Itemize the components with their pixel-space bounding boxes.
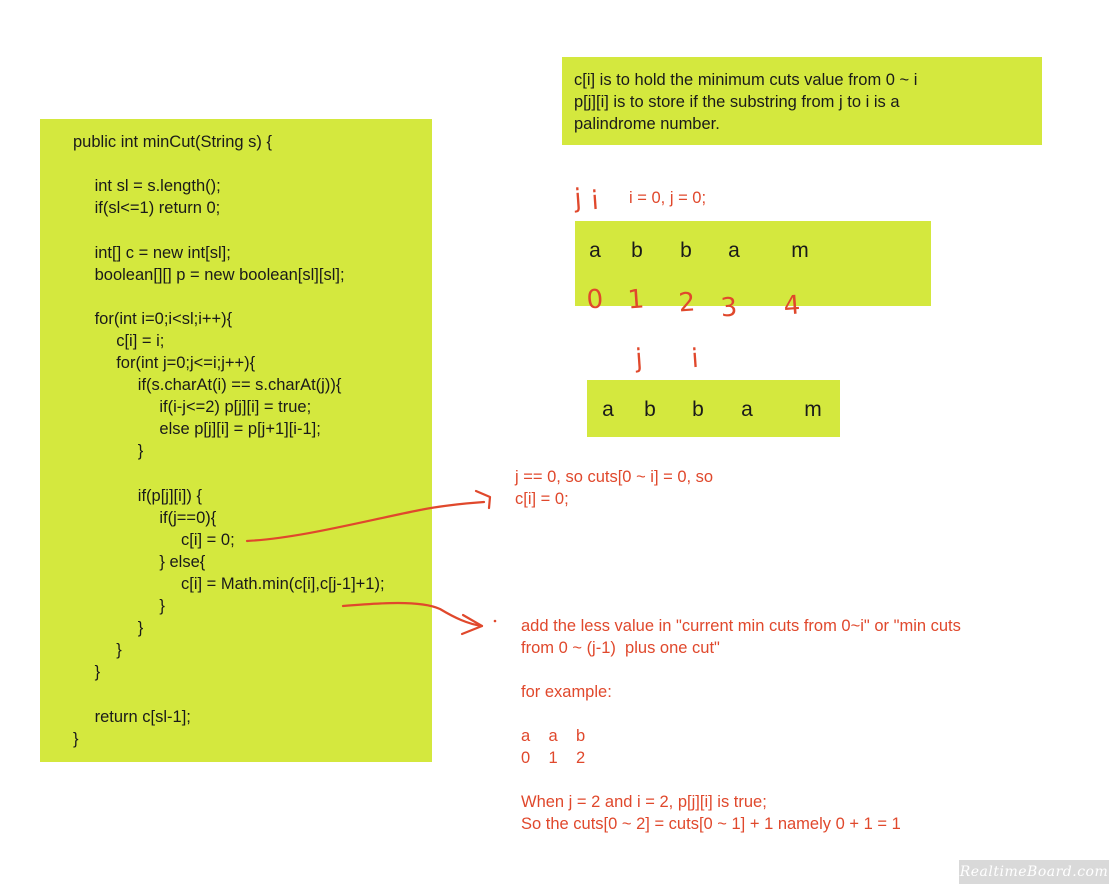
arrow-dot	[493, 619, 497, 623]
explanation-line: from 0 ~ (j-1) plus one cut"	[521, 639, 720, 657]
array-index: 3	[719, 292, 739, 324]
arrowhead-1	[474, 489, 492, 510]
array-index: 1	[626, 284, 646, 316]
explanation-line: add the less value in "current min cuts …	[521, 617, 961, 635]
explanation-line: for example:	[521, 683, 612, 701]
explanation-line: So the cuts[0 ~ 2] = cuts[0 ~ 1] + 1 nam…	[521, 815, 901, 833]
arrow-to-note-2	[341, 601, 484, 628]
array-index: 4	[782, 290, 802, 322]
arrow-to-note-1	[245, 500, 486, 543]
watermark-logo: RealtimeBoard.com	[959, 860, 1109, 884]
array-index: 0	[585, 284, 605, 316]
array-index: 2	[677, 287, 697, 319]
explanation-line: a a b	[521, 727, 586, 745]
explanation-line: j == 0, so cuts[0 ~ i] = 0, so	[515, 468, 714, 486]
explanation-line: c[i] = 0;	[515, 490, 569, 508]
explanation-line: When j = 2 and i = 2, p[j][i] is true;	[521, 793, 767, 811]
explanation-line: 0 1 2	[521, 749, 586, 767]
